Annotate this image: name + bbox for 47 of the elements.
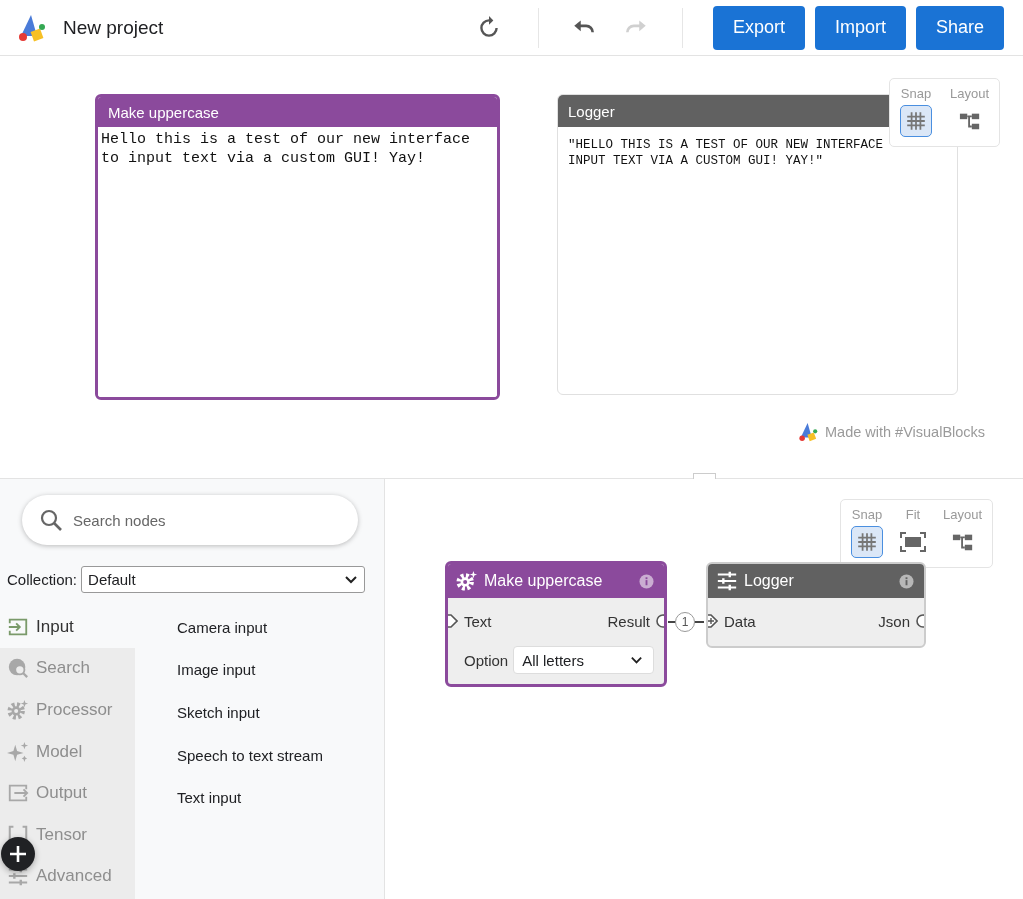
search-input[interactable]: Search nodes <box>71 510 342 530</box>
node-list-item[interactable]: Camera input <box>177 606 323 649</box>
info-icon <box>899 573 914 589</box>
node-list-item[interactable]: Speech to text stream <box>177 733 323 777</box>
sparkle-icon <box>7 740 29 763</box>
search-icon <box>39 508 63 532</box>
info-icon <box>639 573 654 589</box>
text-input-panel[interactable]: Make uppercase Hello this is a test of our new interface to input text via a custom GUI! Yay! <box>95 94 500 400</box>
edge-count-badge: 1 <box>675 612 695 632</box>
node-list-item[interactable]: Text input <box>177 776 323 819</box>
search-field[interactable]: Search nodes <box>22 495 358 545</box>
snap-button[interactable] <box>900 105 932 137</box>
node-list-item[interactable]: Image input <box>177 648 323 692</box>
search-globe-icon <box>7 657 29 680</box>
node-title: Make uppercase <box>484 572 604 590</box>
port-label: Data <box>724 612 756 630</box>
logo-icon <box>798 421 820 443</box>
category-item[interactable]: Input <box>0 606 135 648</box>
port-label: Text <box>464 612 492 630</box>
grid-icon <box>905 110 927 132</box>
collection-label: Collection: <box>7 571 78 588</box>
header-button[interactable]: Share <box>915 5 1004 50</box>
node-title: Logger <box>744 572 795 590</box>
panel-header: Make uppercase <box>98 97 497 127</box>
collection-dropdown[interactable]: Default <box>81 566 366 593</box>
gear-icon <box>456 570 478 592</box>
node-list-item[interactable]: Sketch input <box>177 691 323 734</box>
input-port-plus-icon[interactable] <box>708 614 718 628</box>
tool-label: Fit <box>905 507 921 522</box>
tool-label: Layout <box>943 507 983 522</box>
header-button[interactable]: Import <box>814 5 906 50</box>
plus-icon <box>8 844 28 864</box>
option-label: Option <box>464 651 509 669</box>
credit-text: Made with #VisualBlocks <box>825 424 986 440</box>
sliders-icon <box>716 570 738 592</box>
tool-label: Snap <box>851 507 883 522</box>
snap-button[interactable] <box>851 526 883 558</box>
grid-icon <box>856 531 878 553</box>
gear-icon <box>7 699 29 721</box>
port-label: Json <box>878 612 910 630</box>
project-title: New project <box>63 16 164 39</box>
fit-screen-icon <box>900 529 926 555</box>
input-port-icon[interactable] <box>448 614 458 628</box>
header-button[interactable]: Export <box>712 5 805 50</box>
option-dropdown[interactable]: All letters <box>513 646 654 674</box>
logger-output: "HELLO THIS IS A TEST OF OUR NEW INTERFACE INPUT TEXT VIA A CUSTOM GUI! YAY!" <box>567 137 885 170</box>
port-label: Result <box>607 612 650 630</box>
